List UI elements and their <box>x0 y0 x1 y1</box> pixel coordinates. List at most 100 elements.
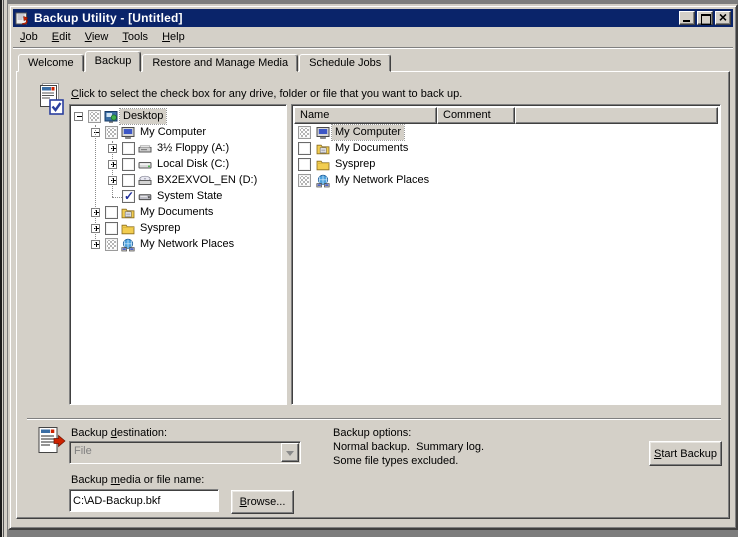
checkbox-my-computer[interactable] <box>298 126 311 139</box>
tree-item-bx2exvol-en-d[interactable]: BX2EXVOL_EN (D:) <box>72 173 284 189</box>
list-item-label[interactable]: Sysprep <box>332 157 378 172</box>
tree-item-label[interactable]: Local Disk (C:) <box>154 157 232 172</box>
system-state-icon <box>138 190 152 204</box>
tree-item-label[interactable]: Sysprep <box>137 221 183 236</box>
tree-item-my-computer[interactable]: My Computer <box>72 125 284 141</box>
tree-item-my-documents[interactable]: My Documents <box>72 205 284 221</box>
checkbox-my-documents[interactable] <box>298 142 311 155</box>
tree-item-sysprep[interactable]: Sysprep <box>72 221 284 237</box>
desktop-icon <box>104 110 118 124</box>
tree-item-label[interactable]: 3½ Floppy (A:) <box>154 141 232 156</box>
tree-item-label[interactable]: System State <box>154 189 225 204</box>
menu-separator <box>13 47 733 49</box>
checkbox-sysprep[interactable] <box>298 158 311 171</box>
cd-drive-icon <box>138 174 152 188</box>
column-header-name[interactable]: Name <box>294 107 437 124</box>
tab-schedule-jobs[interactable]: Schedule Jobs <box>299 54 392 72</box>
tree-connector <box>112 197 122 198</box>
backup-options-line2: Some file types excluded. <box>333 455 459 467</box>
network-places-icon <box>316 174 330 188</box>
tree-connector <box>112 141 113 197</box>
list-row-my-documents[interactable]: My Documents <box>294 141 718 157</box>
tree-item-local-disk-c[interactable]: Local Disk (C:) <box>72 157 284 173</box>
tree-item-system-state[interactable]: System State <box>72 189 284 205</box>
backup-options-title: Backup options: <box>333 427 412 439</box>
page-arrow-icon <box>36 426 66 462</box>
list-item-label[interactable]: My Computer <box>330 124 406 141</box>
my-documents-icon <box>121 206 135 220</box>
backup-destination-select[interactable]: File <box>69 441 301 464</box>
checkbox-desktop[interactable] <box>88 110 101 123</box>
collapse-minus-icon[interactable] <box>74 112 83 121</box>
menubar: Job Edit View Tools Help <box>13 28 733 46</box>
browse-button[interactable]: Browse... <box>231 490 294 514</box>
checkbox-system-state[interactable] <box>122 189 135 203</box>
section-separator <box>27 418 721 420</box>
backup-destination-value: File <box>74 445 92 457</box>
checkbox-sysprep[interactable] <box>105 222 118 235</box>
hard-disk-icon <box>138 158 152 172</box>
tree-item-my-network-places[interactable]: My Network Places <box>72 237 284 253</box>
checkbox-bx2exvol-en-d[interactable] <box>122 174 135 187</box>
menu-item-view[interactable]: View <box>78 29 116 45</box>
backup-media-label: Backup media or file name: <box>71 474 205 486</box>
background-window-edge <box>0 0 7 537</box>
backup-options-line1: Normal backup. Summary log. <box>333 441 484 453</box>
folder-icon <box>121 222 135 236</box>
tree-item-label[interactable]: BX2EXVOL_EN (D:) <box>154 173 260 188</box>
tree-connector <box>95 125 96 245</box>
checkbox-3-floppy-a[interactable] <box>122 142 135 155</box>
tree-item-label[interactable]: My Computer <box>137 125 209 140</box>
list-inner: Name Comment My Computer My Documents Sysp… <box>294 107 718 402</box>
tree-item-3-floppy-a[interactable]: 3½ Floppy (A:) <box>72 141 284 157</box>
backup-media-input[interactable] <box>69 489 219 512</box>
checkbox-my-network-places[interactable] <box>105 238 118 251</box>
backup-tab-page: Click to select the check box for any dr… <box>16 71 730 519</box>
column-header-blank[interactable] <box>515 107 718 124</box>
menu-item-edit[interactable]: Edit <box>45 29 78 45</box>
tree-item-label[interactable]: My Documents <box>137 205 216 220</box>
backup-selection-tree: Desktop My Computer 3½ Floppy (A:) Local Di… <box>69 104 287 405</box>
list-row-my-computer[interactable]: My Computer <box>294 124 718 141</box>
menu-item-tools[interactable]: Tools <box>115 29 155 45</box>
backup-app-icon <box>15 11 30 26</box>
minimize-button[interactable] <box>679 11 695 25</box>
my-documents-icon <box>316 142 330 156</box>
page-check-icon <box>38 83 64 116</box>
checkbox-local-disk-c[interactable] <box>122 158 135 171</box>
chevron-down-icon[interactable] <box>281 443 299 462</box>
tree-item-label[interactable]: My Network Places <box>137 237 237 252</box>
tree-item-desktop[interactable]: Desktop <box>72 108 284 125</box>
instruction-text: Click to select the check box for any dr… <box>71 88 463 100</box>
my-computer-icon <box>121 126 135 140</box>
backup-selection-list: Name Comment My Computer My Documents Sysp… <box>291 104 721 405</box>
tab-strip: Welcome Backup Restore and Manage Media … <box>18 51 392 72</box>
backup-destination-label: Backup destination: <box>71 427 168 439</box>
list-item-label[interactable]: My Network Places <box>332 173 432 188</box>
floppy-drive-icon <box>138 142 152 156</box>
menu-item-help[interactable]: Help <box>155 29 192 45</box>
column-header-comment[interactable]: Comment <box>437 107 515 124</box>
my-computer-icon <box>316 126 330 140</box>
tab-backup[interactable]: Backup <box>84 51 142 72</box>
checkbox-my-computer[interactable] <box>105 126 118 139</box>
window-title: Backup Utility - [Untitled] <box>34 11 183 25</box>
titlebar[interactable]: Backup Utility - [Untitled] <box>13 9 733 27</box>
network-places-icon <box>121 238 135 252</box>
checkbox-my-network-places[interactable] <box>298 174 311 187</box>
folder-icon <box>316 158 330 172</box>
maximize-button[interactable] <box>697 11 713 25</box>
list-header: Name Comment <box>294 107 718 124</box>
tree-inner: Desktop My Computer 3½ Floppy (A:) Local Di… <box>72 107 284 402</box>
list-row-my-network-places[interactable]: My Network Places <box>294 173 718 189</box>
checkbox-my-documents[interactable] <box>105 206 118 219</box>
close-button[interactable] <box>715 9 731 25</box>
list-item-label[interactable]: My Documents <box>332 141 411 156</box>
tab-welcome[interactable]: Welcome <box>18 54 84 72</box>
menu-item-job[interactable]: Job <box>13 29 45 45</box>
backup-utility-window: Backup Utility - [Untitled] Job Edit Vie… <box>8 4 738 530</box>
start-backup-button[interactable]: Start Backup <box>649 441 722 466</box>
tab-restore-and-manage-media[interactable]: Restore and Manage Media <box>142 54 299 72</box>
tree-item-label[interactable]: Desktop <box>118 108 168 125</box>
list-row-sysprep[interactable]: Sysprep <box>294 157 718 173</box>
